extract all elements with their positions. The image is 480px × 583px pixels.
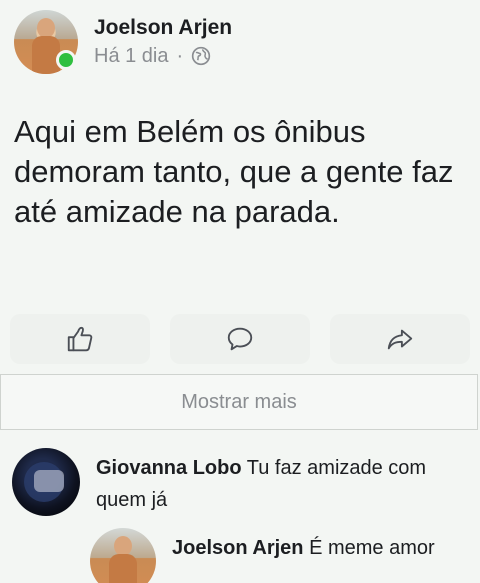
post-timestamp[interactable]: Há 1 dia — [94, 44, 169, 68]
like-button[interactable] — [10, 314, 150, 364]
post-actions — [10, 314, 470, 364]
post-author-name[interactable]: Joelson Arjen — [94, 16, 232, 40]
post-screen: Joelson Arjen Há 1 dia · Aqui em Belém o… — [0, 0, 480, 583]
avatar-figure-body — [109, 554, 137, 583]
share-icon — [387, 329, 413, 350]
post-header-text: Joelson Arjen Há 1 dia · — [94, 16, 232, 68]
share-button[interactable] — [330, 314, 470, 364]
comment-icon — [227, 327, 253, 351]
post-meta: Há 1 dia · — [94, 44, 232, 68]
avatar-figure-head — [37, 18, 55, 38]
post-text: Aqui em Belém os ônibus demoram tanto, q… — [14, 114, 454, 229]
post-header: Joelson Arjen Há 1 dia · — [14, 10, 232, 74]
avatar-figure-body — [32, 36, 60, 74]
meta-separator: · — [176, 45, 184, 67]
comment-text-block: Giovanna Lobo Tu faz amizade com quem já — [96, 452, 472, 516]
commenter-name[interactable]: Giovanna Lobo — [96, 457, 242, 479]
like-icon — [67, 326, 93, 352]
author-avatar-wrap[interactable] — [14, 10, 78, 74]
show-more-button[interactable]: Mostrar mais — [0, 374, 478, 430]
avatar-figure-head — [114, 536, 132, 556]
comment-button[interactable] — [170, 314, 310, 364]
globe-icon — [192, 46, 211, 66]
comment-item: Giovanna Lobo Tu faz amizade com quem já — [12, 448, 472, 516]
reply-item: Joelson Arjen É meme amor — [90, 528, 470, 583]
replier-name[interactable]: Joelson Arjen — [172, 537, 304, 559]
replier-avatar[interactable] — [90, 528, 156, 583]
online-status-indicator — [56, 50, 76, 70]
commenter-avatar[interactable] — [12, 448, 80, 516]
reply-text-block: Joelson Arjen É meme amor — [172, 532, 435, 564]
reply-body: É meme amor — [309, 537, 435, 559]
avatar-shape — [34, 470, 64, 492]
